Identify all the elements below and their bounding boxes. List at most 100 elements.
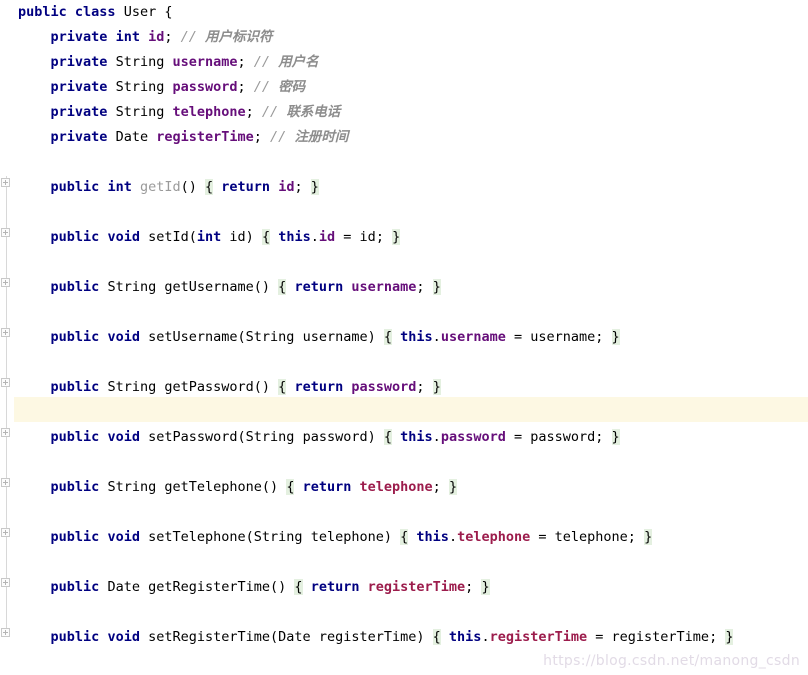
code-line-content: private String password; // 密码 — [0, 75, 306, 100]
code-token: { — [383, 429, 393, 445]
code-token: ; — [245, 104, 254, 120]
code-token: getUsername — [164, 279, 254, 295]
code-token: public — [50, 479, 100, 495]
code-token: password — [172, 79, 238, 95]
code-token: ; — [432, 479, 441, 495]
code-token: public — [50, 279, 100, 295]
code-token: { — [261, 229, 271, 245]
code-token: setId — [148, 229, 189, 245]
code-line[interactable]: public Date getRegisterTime() { return r… — [0, 575, 808, 600]
code-line[interactable]: public void setTelephone(String telephon… — [0, 525, 808, 550]
code-line-content: private String telephone; // 联系电话 — [0, 100, 341, 125]
code-line-content: public String getTelephone() { return te… — [0, 475, 458, 500]
code-surface[interactable]: public class User {private int id; // 用户… — [0, 0, 808, 675]
code-line-content: public void setTelephone(String telephon… — [0, 525, 653, 550]
code-token: } — [448, 479, 458, 495]
code-token: ; — [237, 54, 246, 70]
code-token: = — [505, 429, 531, 445]
code-token: 用户标识符 — [205, 29, 273, 45]
code-token: void — [107, 329, 140, 345]
code-token: } — [644, 529, 653, 545]
code-line[interactable]: public void setId(int id) { this.id = id… — [0, 225, 808, 250]
code-token: private — [50, 54, 108, 70]
code-token: String — [115, 79, 165, 95]
code-token: ; — [164, 29, 173, 45]
code-token: getId — [139, 179, 181, 195]
code-line-content: public String getUsername() { return use… — [0, 275, 441, 300]
code-line[interactable]: public void setUsername(String username)… — [0, 325, 808, 350]
code-line[interactable]: public int getId() { return id; } — [0, 175, 808, 200]
code-token: ) — [367, 329, 376, 345]
code-token: username — [172, 54, 238, 70]
code-line[interactable]: private int id; // 用户标识符 — [0, 25, 808, 50]
code-token: private — [50, 79, 108, 95]
code-token: ( — [188, 229, 197, 245]
code-token: int — [107, 179, 132, 195]
code-line-content: public void setRegisterTime(Date registe… — [0, 625, 734, 650]
code-token: } — [392, 229, 401, 245]
code-token: ; — [375, 229, 384, 245]
code-token: ( — [270, 629, 279, 645]
code-token: public — [50, 179, 100, 195]
code-token: private — [50, 29, 108, 45]
code-line[interactable]: private String username; // 用户名 — [0, 50, 808, 75]
code-token: String — [245, 329, 295, 345]
code-line[interactable]: public String getUsername() { return use… — [0, 275, 808, 300]
code-line[interactable]: public void setPassword(String password)… — [0, 425, 808, 450]
code-token: 用户名 — [278, 54, 319, 70]
code-editor[interactable]: public class User {private int id; // 用户… — [0, 0, 808, 675]
code-token: ; — [627, 529, 636, 545]
code-line[interactable]: private String telephone; // 联系电话 — [0, 100, 808, 125]
code-token: { — [164, 4, 173, 20]
code-line[interactable]: public String getTelephone() { return te… — [0, 475, 808, 500]
code-line-content: public void setPassword(String password)… — [0, 425, 620, 450]
code-line[interactable]: private Date registerTime; // 注册时间 — [0, 125, 808, 150]
code-token: String — [253, 529, 303, 545]
code-token: getPassword — [164, 379, 254, 395]
code-line[interactable]: public void setRegisterTime(Date registe… — [0, 625, 808, 650]
code-token: // — [253, 79, 279, 95]
code-line[interactable]: private String password; // 密码 — [0, 75, 808, 100]
code-token: private — [50, 129, 108, 145]
code-token: . — [448, 529, 458, 545]
code-line-content: public String getPassword() { return pas… — [0, 375, 441, 400]
code-token: telephone — [457, 529, 531, 545]
code-token: . — [310, 229, 319, 245]
code-line-content: private int id; // 用户标识符 — [0, 25, 273, 50]
code-token: } — [611, 329, 620, 345]
code-token: int — [196, 229, 222, 245]
code-line-content: public void setId(int id) { this.id = id… — [0, 225, 401, 250]
code-token: public — [50, 429, 100, 445]
code-line[interactable]: public class User { — [0, 0, 808, 25]
code-token: ; — [294, 179, 303, 195]
code-line[interactable]: public String getPassword() { return pas… — [0, 375, 808, 400]
code-token: public — [50, 579, 100, 595]
code-token: 注册时间 — [294, 129, 349, 145]
code-token: String — [107, 479, 157, 495]
code-token: } — [310, 179, 319, 195]
